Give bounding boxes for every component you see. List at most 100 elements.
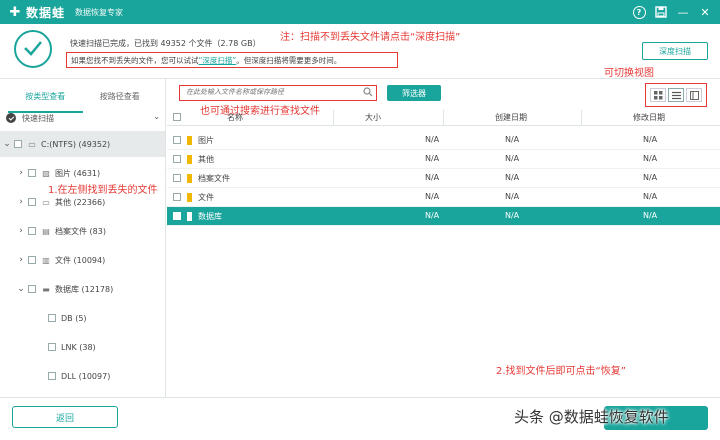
tree-subitem-label: DLL (10097): [61, 371, 111, 381]
image-icon: ▨: [42, 168, 50, 178]
row-checkbox[interactable]: [173, 193, 181, 201]
db-checkbox[interactable]: [48, 314, 56, 322]
deep-scan-hint: 如果您找不到丢失的文件，您可以试试“深度扫描”。但深度扫描将需要更多时间。: [66, 52, 398, 68]
dll-checkbox[interactable]: [48, 372, 56, 380]
row-checkbox[interactable]: [173, 136, 181, 144]
file-size: N/A: [425, 192, 440, 201]
column-size[interactable]: 大小: [365, 112, 381, 123]
scan-mode-select[interactable]: 快速扫描 ⌄: [6, 109, 164, 127]
lnk-checkbox[interactable]: [48, 343, 56, 351]
chevron-down-icon[interactable]: ⌄: [14, 284, 28, 294]
search-icon[interactable]: [363, 87, 373, 97]
deep-scan-link[interactable]: “深度扫描”: [199, 56, 237, 65]
folder-icon: [187, 174, 192, 183]
back-button[interactable]: 返回: [12, 406, 118, 428]
row-checkbox[interactable]: [173, 155, 181, 163]
document-icon: ▥: [42, 255, 50, 265]
scan-complete-icon: [14, 30, 52, 68]
search-box[interactable]: [179, 85, 377, 101]
column-divider: [443, 110, 444, 126]
select-all-checkbox[interactable]: [173, 113, 181, 121]
file-created: N/A: [505, 154, 520, 163]
hint-prefix: 如果您找不到丢失的文件，您可以试试: [71, 56, 199, 65]
deep-scan-button[interactable]: 深度扫描: [642, 42, 708, 60]
tree-item-database[interactable]: ⌄ ▬ 数据库 (12178): [0, 278, 165, 300]
folder-icon: ▭: [42, 197, 50, 207]
drive-icon: ▭: [28, 139, 36, 149]
watermark-text: 头条 @数据蛙恢复软件: [514, 408, 669, 426]
view-switcher: [645, 83, 707, 107]
chevron-right-icon[interactable]: ›: [14, 197, 28, 207]
file-created: N/A: [505, 211, 520, 220]
file-name: 图片: [198, 136, 214, 145]
file-size: N/A: [425, 173, 440, 182]
table-row-selected[interactable]: 数据库 N/A N/A N/A: [167, 207, 720, 226]
tree-item-label: 数据库 (12178): [55, 284, 114, 294]
file-name: 其他: [198, 155, 214, 164]
tree-item-label: 档案文件 (83): [55, 226, 106, 236]
file-size: N/A: [425, 154, 440, 163]
column-created[interactable]: 创建日期: [495, 112, 527, 123]
tree-subitem-db[interactable]: DB (5): [0, 307, 165, 329]
column-divider: [333, 110, 334, 126]
list-view-icon[interactable]: [668, 88, 684, 102]
scan-mode-label: 快速扫描: [22, 113, 54, 123]
close-icon[interactable]: ✕: [696, 3, 714, 21]
grid-view-icon[interactable]: [650, 88, 666, 102]
detail-view-icon[interactable]: [686, 88, 702, 102]
database-icon: ▬: [42, 284, 50, 294]
logo-icon: ✚: [9, 4, 21, 20]
chevron-down-icon: ⌄: [153, 112, 160, 121]
app-subtitle: 数据恢复专家: [75, 7, 124, 17]
chevron-down-icon[interactable]: ⌄: [0, 139, 14, 149]
file-modified: N/A: [643, 173, 658, 182]
tree-drive[interactable]: ⌄ ▭ C:(NTFS) (49352): [0, 131, 165, 157]
minimize-icon[interactable]: —: [674, 3, 692, 21]
annotation-left-tip: 1.在左侧找到丢失的文件: [48, 185, 158, 196]
images-checkbox[interactable]: [28, 169, 36, 177]
row-checkbox[interactable]: [173, 174, 181, 182]
tree-item-documents[interactable]: › ▥ 文件 (10094): [0, 249, 165, 271]
file-created: N/A: [505, 192, 520, 201]
tree-item-archives[interactable]: › ▤ 档案文件 (83): [0, 220, 165, 242]
tree-subitem-dll[interactable]: DLL (10097): [0, 365, 165, 387]
table-row[interactable]: 档案文件 N/A N/A N/A: [167, 169, 720, 188]
app-logo-text: 数据蛙: [26, 5, 66, 20]
file-name: 数据库: [198, 212, 222, 221]
table-row[interactable]: 其他 N/A N/A N/A: [167, 150, 720, 169]
table-row[interactable]: 文件 N/A N/A N/A: [167, 188, 720, 207]
scan-status-text: 快速扫描已完成，已找到 49352 个文件（2.78 GB）: [70, 39, 261, 48]
file-table-header: 名称 大小 创建日期 修改日期: [167, 110, 720, 126]
chevron-right-icon[interactable]: ›: [14, 255, 28, 265]
drive-checkbox[interactable]: [14, 140, 22, 148]
chevron-right-icon[interactable]: ›: [14, 226, 28, 236]
folder-icon: [187, 155, 192, 164]
search-input[interactable]: [180, 86, 360, 98]
tree-item-label: 图片 (4631): [55, 168, 101, 178]
sidebar: 按类型查看 按路径查看 快速扫描 ⌄ ⌄ ▭ C:(NTFS) (49352) …: [0, 79, 166, 397]
column-modified[interactable]: 修改日期: [633, 112, 665, 123]
archives-checkbox[interactable]: [28, 227, 36, 235]
database-checkbox[interactable]: [28, 285, 36, 293]
file-modified: N/A: [643, 135, 658, 144]
filter-button[interactable]: 筛选器: [387, 85, 441, 101]
tree-subitem-label: LNK (38): [61, 342, 96, 352]
column-name[interactable]: 名称: [227, 112, 243, 123]
folder-icon: [187, 136, 192, 145]
title-bar: ✚ 数据蛙 数据恢复专家 ? — ✕: [0, 0, 720, 24]
file-modified: N/A: [643, 211, 658, 220]
table-row[interactable]: 图片 N/A N/A N/A: [167, 131, 720, 150]
file-modified: N/A: [643, 192, 658, 201]
other-checkbox[interactable]: [28, 198, 36, 206]
documents-checkbox[interactable]: [28, 256, 36, 264]
save-icon[interactable]: [652, 3, 670, 21]
help-icon[interactable]: ?: [630, 3, 648, 21]
chevron-right-icon[interactable]: ›: [14, 168, 28, 178]
file-size: N/A: [425, 135, 440, 144]
tree-subitem-lnk[interactable]: LNK (38): [0, 336, 165, 358]
check-circle-icon: [6, 113, 16, 123]
file-modified: N/A: [643, 154, 658, 163]
database-icon: [187, 212, 192, 221]
file-size: N/A: [425, 211, 440, 220]
row-checkbox[interactable]: [173, 212, 181, 220]
